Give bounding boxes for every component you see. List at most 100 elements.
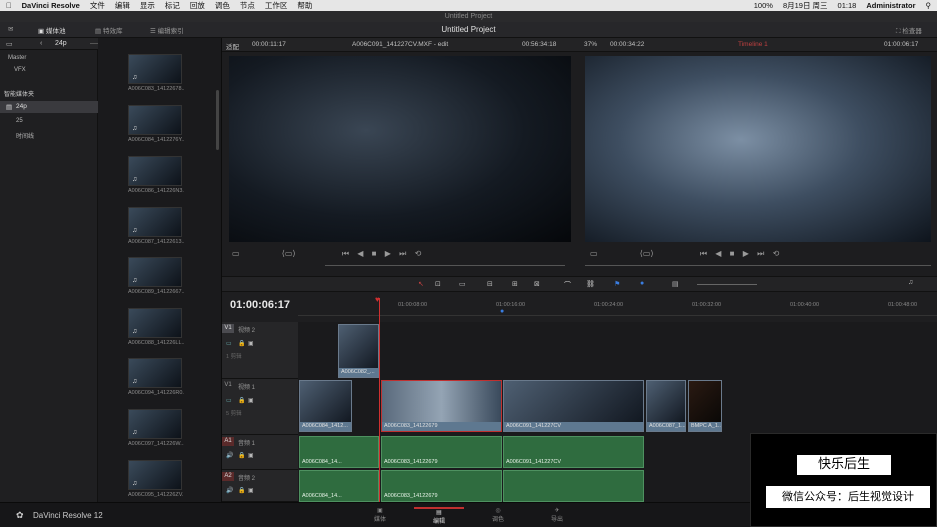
apple-icon[interactable]:  — [6, 1, 12, 10]
page-color[interactable]: ◎ 调色 — [473, 507, 523, 523]
timeline-clip[interactable]: A006C082_... — [338, 324, 379, 378]
inspector-button[interactable]: ⛶ 检查器 — [896, 25, 922, 36]
bin-clip[interactable]: ♫ A006C088_141226LL... — [128, 308, 184, 346]
lock-icon[interactable]: 🔒 — [238, 452, 245, 459]
panel-layout-icon[interactable]: ▭ — [6, 40, 13, 48]
track-header-audio-1[interactable]: A1 音频 1 🔊 🔒 ▣ — [222, 435, 298, 470]
bin-clip[interactable]: ♫ A006C086_141226N3... — [128, 156, 184, 194]
program-scrubber[interactable] — [585, 265, 931, 266]
menu-nodes[interactable]: 节点 — [240, 0, 255, 11]
monitor-icon[interactable]: ▭ — [226, 340, 232, 347]
monitor-icon[interactable]: ▭ — [590, 249, 598, 258]
source-fit-dropdown[interactable]: 适配 — [226, 41, 239, 51]
menu-color[interactable]: 调色 — [215, 0, 230, 11]
lock-icon[interactable]: 🔒 — [238, 340, 245, 347]
trim-tool-icon[interactable]: ⊡ — [435, 280, 441, 288]
flag-icon[interactable]: ⚑ — [614, 280, 620, 288]
timeline-clip[interactable]: A006C087_1... — [646, 380, 686, 432]
audio-mixer-icon[interactable]: ♫ — [908, 279, 913, 286]
program-zoom-dropdown[interactable]: 37% — [584, 41, 597, 48]
timeline-clip[interactable]: A006C084_1412... — [299, 380, 352, 432]
track-header-audio-2[interactable]: A2 音频 2 🔊 🔒 ▣ — [222, 470, 298, 502]
loop-icon[interactable]: ⟲ — [415, 249, 422, 258]
selection-tool-icon[interactable]: ↖ — [418, 280, 424, 288]
timeline-ruler[interactable]: 01:00:08:00 01:00:16:00 01:00:24:00 01:0… — [298, 296, 937, 316]
overwrite-clip-icon[interactable]: ⊞ — [512, 280, 518, 288]
auto-select-icon[interactable]: ▣ — [248, 397, 254, 404]
menu-view[interactable]: 显示 — [140, 0, 155, 11]
program-viewer-image[interactable] — [585, 56, 931, 242]
back-icon[interactable]: ‹ — [40, 40, 42, 47]
track-header-video-2[interactable]: V1 视频 2 ▭ 🔒 ▣ 1 剪辑 — [222, 322, 298, 379]
audio-clip[interactable]: A006C083_14122679 — [381, 470, 502, 502]
audio-clip[interactable]: A006C091_141227CV — [503, 436, 644, 468]
user-name[interactable]: Administrator — [866, 1, 915, 10]
speaker-icon[interactable]: 🔊 — [226, 487, 233, 494]
bin-clip[interactable]: ♫ A006C089_14122667... — [128, 257, 184, 295]
timeline-name-dropdown[interactable]: Timeline 1 — [738, 41, 768, 48]
bin-clip[interactable]: ♫ A006C083_14122678... — [128, 54, 184, 92]
bin-item-25[interactable]: 25 — [16, 118, 23, 124]
menu-edit[interactable]: 编辑 — [115, 0, 130, 11]
speaker-icon[interactable]: 🔊 — [226, 452, 233, 459]
bin-item-timelines[interactable]: 时间线 — [16, 131, 34, 140]
monitor-icon[interactable]: ▭ — [226, 397, 232, 404]
play-icon[interactable]: ▶ — [385, 249, 391, 258]
link-icon[interactable]: ⛓ — [586, 280, 595, 288]
menu-help[interactable]: 帮助 — [297, 0, 312, 11]
stop-icon[interactable]: ■ — [730, 249, 735, 258]
bin-clip[interactable]: ♫ A006C095_141226ZV... — [128, 460, 184, 498]
snapping-icon[interactable]: ⌒ — [564, 280, 571, 290]
jump-start-icon[interactable]: ⏮ — [342, 249, 349, 258]
source-scrubber[interactable] — [325, 265, 565, 266]
replace-clip-icon[interactable]: ⊠ — [534, 280, 540, 288]
auto-select-icon[interactable]: ▣ — [248, 487, 254, 494]
clip-type-icon[interactable]: ⟨▭⟩ — [640, 249, 654, 258]
timeline-clip-selected[interactable]: A006C083_14122679 — [381, 380, 502, 432]
play-reverse-icon[interactable]: ◀ — [357, 249, 363, 258]
bin-vfx[interactable]: VFX — [14, 67, 26, 73]
timeline-marker-icon[interactable]: ● — [500, 308, 504, 315]
menu-playback[interactable]: 回放 — [190, 0, 205, 11]
auto-select-icon[interactable]: ▣ — [248, 340, 254, 347]
bin-clip[interactable]: ♫ A006C097_141226W... — [128, 409, 184, 447]
blade-tool-icon[interactable]: ▭ — [459, 280, 466, 288]
timeline-zoom-slider[interactable] — [697, 284, 757, 285]
app-name[interactable]: DaVinci Resolve — [22, 1, 80, 10]
timeline-clip[interactable]: A006C091_141227CV — [503, 380, 644, 432]
play-icon[interactable]: ▶ — [743, 249, 749, 258]
page-media[interactable]: ▣ 媒体 — [355, 507, 405, 523]
marker-icon[interactable]: ● — [640, 280, 644, 287]
menu-mark[interactable]: 标记 — [165, 0, 180, 11]
bin-master[interactable]: Master — [8, 55, 26, 61]
source-viewer-image[interactable] — [229, 56, 571, 242]
bin-clip[interactable]: ♫ A006C087_14122613... — [128, 207, 184, 245]
play-reverse-icon[interactable]: ◀ — [715, 249, 721, 258]
playhead[interactable] — [379, 298, 380, 502]
timeline-clip[interactable]: BMPC A_1... — [688, 380, 722, 432]
page-edit[interactable]: ▤ 编辑 — [414, 507, 464, 525]
stop-icon[interactable]: ■ — [372, 249, 377, 258]
menu-workspace[interactable]: 工作区 — [265, 0, 288, 11]
jump-start-icon[interactable]: ⏮ — [700, 249, 707, 258]
search-icon[interactable]: ⚲ — [926, 1, 932, 10]
clip-type-icon[interactable]: ⟨▭⟩ — [282, 249, 296, 258]
insert-clip-icon[interactable]: ⊟ — [487, 280, 493, 288]
bin-clip[interactable]: ♫ A006C084_1412276Y... — [128, 105, 184, 143]
track-header-video-1[interactable]: V1 视频 1 ▭ 🔒 ▣ 5 剪辑 — [222, 379, 298, 435]
lock-icon[interactable]: 🔒 — [238, 487, 245, 494]
loop-icon[interactable]: ⟲ — [773, 249, 780, 258]
audio-clip[interactable]: A006C084_14... — [299, 470, 379, 502]
jump-end-icon[interactable]: ⏭ — [757, 249, 764, 258]
bin-clip[interactable]: ♫ A006C094_141226R0... — [128, 358, 184, 396]
page-deliver[interactable]: ✈ 导出 — [532, 507, 582, 523]
audio-clip[interactable]: A006C084_14... — [299, 436, 379, 468]
playhead-handle-icon[interactable]: ♥ — [375, 295, 380, 304]
auto-select-icon[interactable]: ▣ — [248, 452, 254, 459]
menu-file[interactable]: 文件 — [90, 0, 105, 11]
bin-scrollbar[interactable] — [216, 90, 219, 150]
monitor-icon[interactable]: ▭ — [232, 249, 240, 258]
lock-icon[interactable]: 🔒 — [238, 397, 245, 404]
zoom-mode-icon[interactable]: ▤ — [672, 280, 679, 288]
bin-item-24p-selected[interactable]: ▤ 24p — [0, 101, 98, 113]
